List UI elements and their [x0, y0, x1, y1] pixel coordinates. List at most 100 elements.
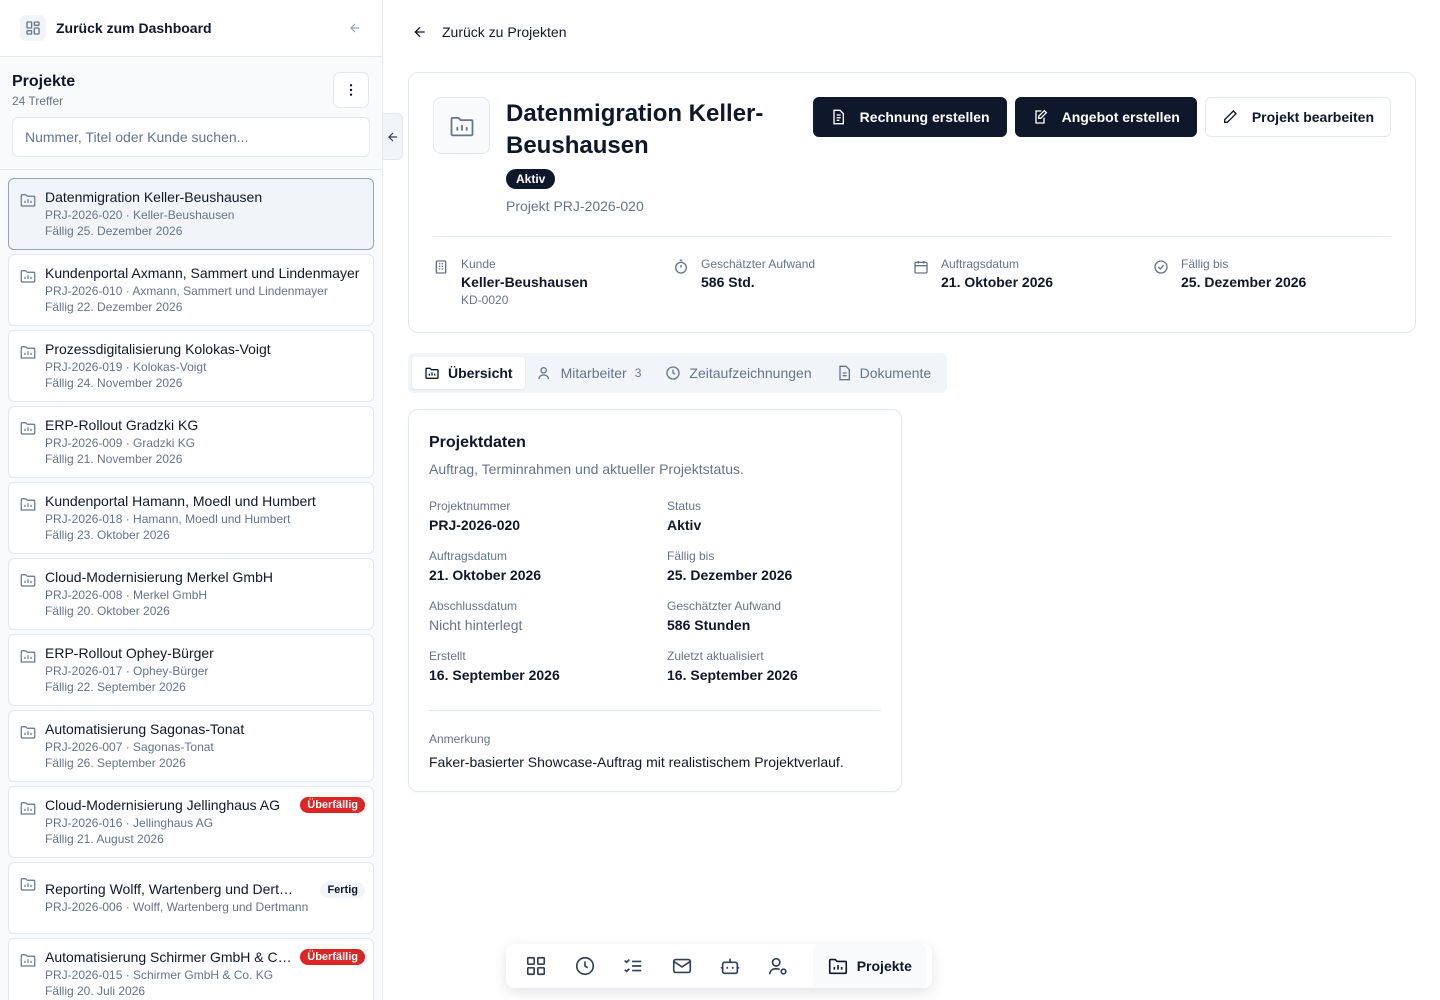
- staff-count: 3: [634, 366, 642, 380]
- project-title: Datenmigration Keller-Beushausen: [45, 189, 263, 205]
- mail-icon: [671, 955, 693, 977]
- folder-icon: [19, 267, 37, 285]
- project-meta: Kunde Keller-Beushausen KD-0020 Geschätz…: [433, 257, 1393, 307]
- folder-icon: [19, 571, 37, 589]
- folder-icon: [19, 723, 37, 741]
- project-list-item[interactable]: ERP-Rollout Ophey-Bürger PRJ-2026-017 · …: [8, 634, 374, 706]
- building-icon: [433, 259, 449, 307]
- dock-dashboard[interactable]: [512, 944, 560, 988]
- result-count: 24 Treffer: [12, 94, 64, 108]
- customer-id: KD-0020: [461, 293, 509, 307]
- project-list-item[interactable]: Cloud-Modernisierung Merkel GmbH PRJ-202…: [8, 558, 374, 630]
- project-title: Reporting Wolff, Wartenberg und Dertmann: [45, 881, 295, 897]
- project-list-item[interactable]: Cloud-Modernisierung Jellinghaus AG Über…: [8, 786, 374, 858]
- collapse-sidebar-icon[interactable]: [348, 21, 362, 35]
- project-list-item[interactable]: Kundenportal Axmann, Sammert und Lindenm…: [8, 254, 374, 326]
- dock-time[interactable]: [560, 944, 608, 988]
- folder-icon: [19, 951, 37, 969]
- project-sidebar: Zurück zum Dashboard Projekte 24 Treffer…: [0, 0, 383, 1000]
- users-icon: [537, 365, 553, 381]
- project-data-grid: Projektnummer PRJ-2026-020 Status Aktiv …: [429, 499, 889, 683]
- dock-projects-label: Projekte: [856, 958, 912, 974]
- field-label: Projektnummer: [429, 499, 511, 513]
- project-list-item[interactable]: Datenmigration Keller-Beushausen PRJ-202…: [8, 178, 374, 250]
- sidebar-title: Projekte: [12, 73, 76, 90]
- done-badge: Fertig: [320, 882, 365, 898]
- project-tabs: Übersicht Mitarbeiter 3 Zeitaufzeichnung…: [408, 353, 948, 393]
- project-list-item[interactable]: Kundenportal Hamann, Moedl und Humbert P…: [8, 482, 374, 554]
- field-value: 21. Oktober 2026: [429, 567, 542, 583]
- status-badge: Aktiv: [506, 169, 556, 189]
- bottom-dock: Projekte: [506, 944, 932, 988]
- bot-icon: [719, 955, 741, 977]
- back-to-projects-label: Zurück zu Projekten: [442, 24, 567, 40]
- dock-user-settings[interactable]: [754, 944, 802, 988]
- timer-icon: [673, 259, 689, 307]
- project-title: Cloud-Modernisierung Jellinghaus AG: [45, 797, 281, 813]
- dock-bot[interactable]: [706, 944, 754, 988]
- project-list-item[interactable]: Reporting Wolff, Wartenberg und Dertmann…: [8, 862, 374, 934]
- field-label: Fällig bis: [667, 549, 715, 563]
- tab-time-tracking[interactable]: Zeitaufzeichnungen: [653, 357, 823, 389]
- tab-time-tracking-label: Zeitaufzeichnungen: [689, 365, 812, 381]
- project-due: Fällig 23. Oktober 2026: [45, 528, 170, 542]
- project-title: Kundenportal Hamann, Moedl und Humbert: [45, 493, 316, 509]
- project-subtitle: PRJ-2026-020 · Keller-Beushausen: [45, 208, 235, 222]
- meta-label: Kunde: [461, 257, 496, 271]
- project-subtitle: PRJ-2026-015 · Schirmer GmbH & Co. KG: [45, 968, 274, 982]
- meta-order-date: Auftragsdatum 21. Oktober 2026: [913, 257, 1153, 307]
- project-list-item[interactable]: Prozessdigitalisierung Kolokas-Voigt PRJ…: [8, 330, 374, 402]
- project-title: Kundenportal Axmann, Sammert und Lindenm…: [45, 265, 360, 281]
- project-list-item[interactable]: ERP-Rollout Gradzki KG PRJ-2026-009 · Gr…: [8, 406, 374, 478]
- project-due: Fällig 22. September 2026: [45, 680, 186, 694]
- project-title: Automatisierung Schirmer GmbH & Co. KG: [45, 949, 295, 965]
- edit-project-button[interactable]: Projekt bearbeiten: [1204, 97, 1391, 137]
- tab-overview[interactable]: Übersicht: [412, 357, 525, 389]
- field-estimated-effort: Geschätzter Aufwand 586 Stunden: [667, 599, 889, 633]
- project-due: Fällig 26. September 2026: [45, 756, 186, 770]
- field-value: 16. September 2026: [429, 667, 560, 683]
- create-invoice-button[interactable]: Rechnung erstellen: [812, 97, 1007, 137]
- field-label: Zuletzt aktualisiert: [667, 649, 764, 663]
- dock-tasks[interactable]: [609, 944, 657, 988]
- user-settings-icon: [767, 955, 789, 977]
- project-due: Fällig 25. Dezember 2026: [45, 224, 183, 238]
- project-subtitle: PRJ-2026-007 · Sagonas-Tonat: [45, 740, 214, 754]
- meta-customer: Kunde Keller-Beushausen KD-0020: [433, 257, 673, 307]
- project-subtitle: PRJ-2026-008 · Merkel GmbH: [45, 588, 208, 602]
- project-due: Fällig 20. Juli 2026: [45, 984, 146, 998]
- field-created: Erstellt 16. September 2026: [429, 649, 667, 683]
- project-title: ERP-Rollout Ophey-Bürger: [45, 645, 214, 661]
- more-options-button[interactable]: [333, 72, 369, 108]
- meta-due: Fällig bis 25. Dezember 2026: [1153, 257, 1393, 307]
- document-icon: [836, 365, 852, 381]
- check-circle-icon: [1153, 259, 1169, 307]
- create-offer-button[interactable]: Angebot erstellen: [1014, 97, 1197, 137]
- back-to-dashboard[interactable]: Zurück zum Dashboard: [0, 0, 382, 57]
- arrow-left-icon: [412, 24, 428, 40]
- project-search-input[interactable]: [12, 117, 370, 157]
- pencil-icon: [1222, 109, 1238, 125]
- field-value: Aktiv: [667, 517, 702, 533]
- folder-icon: [19, 875, 37, 893]
- edit-document-icon: [1032, 109, 1048, 125]
- field-label: Geschätzter Aufwand: [667, 599, 782, 613]
- folder-icon: [19, 419, 37, 437]
- tab-overview-label: Übersicht: [448, 365, 513, 381]
- meta-value: 25. Dezember 2026: [1181, 274, 1307, 290]
- project-folder-icon: [433, 97, 490, 154]
- dock-mail[interactable]: [657, 944, 705, 988]
- project-list-item[interactable]: Automatisierung Sagonas-Tonat PRJ-2026-0…: [8, 710, 374, 782]
- project-subtitle: PRJ-2026-009 · Gradzki KG: [45, 436, 196, 450]
- project-title: Automatisierung Sagonas-Tonat: [45, 721, 245, 737]
- dock-projects[interactable]: Projekte: [812, 944, 926, 988]
- tab-staff[interactable]: Mitarbeiter 3: [525, 357, 654, 389]
- tab-documents[interactable]: Dokumente: [824, 357, 944, 389]
- clock-icon: [574, 955, 596, 977]
- task-list-icon: [622, 955, 644, 977]
- back-to-projects-link[interactable]: Zurück zu Projekten: [412, 24, 567, 40]
- project-number: Projekt PRJ-2026-020: [506, 198, 644, 214]
- field-status: Status Aktiv: [667, 499, 889, 533]
- project-list-item[interactable]: Automatisierung Schirmer GmbH & Co. KG Ü…: [8, 938, 374, 1000]
- create-invoice-label: Rechnung erstellen: [859, 109, 990, 125]
